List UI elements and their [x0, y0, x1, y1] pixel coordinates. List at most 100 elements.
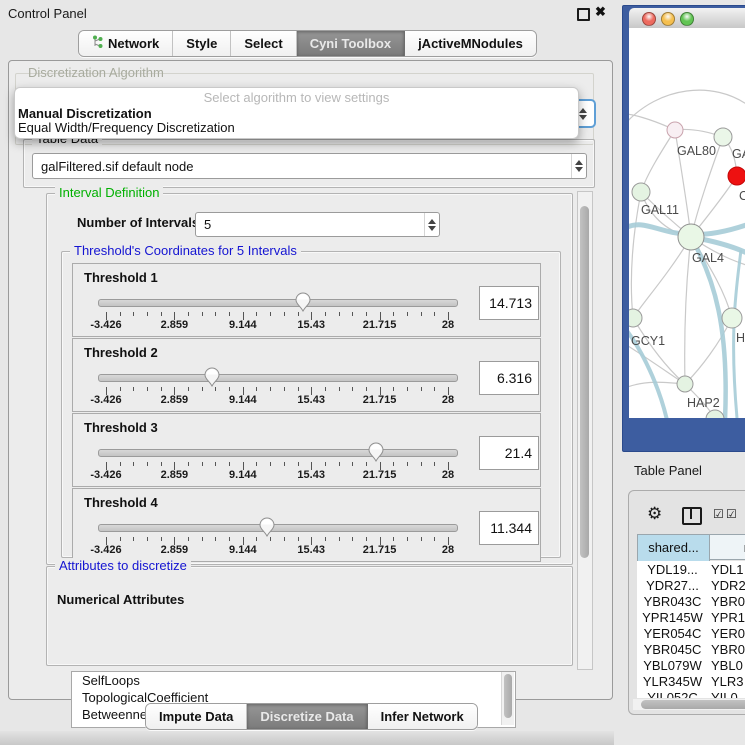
tab-style[interactable]: Style [173, 31, 231, 56]
network-node-label[interactable]: GAL80 [677, 144, 716, 158]
table-cell[interactable]: YBL079W [637, 658, 708, 674]
bottom-tabbar: Impute DataDiscretize DataInfer Network [145, 703, 478, 730]
network-node[interactable] [629, 309, 642, 327]
bottom-tab-discretize-data[interactable]: Discretize Data [247, 704, 367, 729]
network-node-label[interactable]: C [739, 189, 745, 203]
network-node-label[interactable]: GCY1 [631, 334, 665, 348]
close-traffic-light-icon[interactable] [642, 12, 656, 26]
combo-stepper-icon[interactable] [571, 154, 586, 178]
float-window-icon[interactable] [577, 8, 590, 21]
tick-mark [434, 312, 435, 316]
column-header-shared[interactable]: shared... [637, 534, 710, 562]
slider-track[interactable] [98, 449, 458, 457]
network-node[interactable] [678, 224, 704, 250]
tick-mark [298, 387, 299, 391]
network-node[interactable] [632, 183, 650, 201]
table-cell[interactable]: YDR27... [637, 578, 708, 594]
slider-track[interactable] [98, 374, 458, 382]
slider-thumb[interactable] [204, 367, 220, 387]
tick-mark [366, 387, 367, 391]
panel-vertical-scrollbar[interactable] [577, 191, 593, 670]
tick-mark [339, 462, 340, 466]
table-data-combobox[interactable]: galFiltered.sif default node [32, 153, 587, 179]
tab-cyni-toolbox[interactable]: Cyni Toolbox [297, 31, 405, 56]
tick-mark [133, 387, 134, 391]
threshold-value-field[interactable]: 6.316 [479, 361, 539, 395]
network-node-label[interactable]: GA [732, 147, 745, 161]
table-cell[interactable]: YPR1 [711, 610, 745, 626]
table-cell[interactable]: YBR0 [711, 642, 745, 658]
minimize-traffic-light-icon[interactable] [661, 12, 675, 26]
gear-icon[interactable]: ⚙ [647, 505, 662, 522]
window-footer [0, 731, 614, 745]
number-of-intervals-combobox[interactable]: 5 [195, 212, 440, 237]
tick-label: 28 [423, 394, 473, 406]
algorithm-option[interactable]: Manual Discretization [18, 106, 152, 121]
tab-jactivemnodules[interactable]: jActiveMNodules [405, 31, 536, 56]
checkbox-icon[interactable]: ☑ [713, 508, 724, 520]
scrollbar-thumb[interactable] [580, 206, 589, 558]
table-cell[interactable]: YLR3 [711, 674, 745, 690]
tick-label: 21.715 [355, 469, 405, 481]
network-node[interactable] [722, 308, 742, 328]
zoom-traffic-light-icon[interactable] [680, 12, 694, 26]
tick-mark [421, 312, 422, 316]
tick-mark [120, 462, 121, 466]
table-cell[interactable]: YBR0 [711, 594, 745, 610]
network-node[interactable] [706, 410, 724, 418]
algorithm-option[interactable]: Equal Width/Frequency Discretization [18, 120, 235, 135]
tick-mark [256, 462, 257, 466]
scrollbar-thumb[interactable] [504, 674, 512, 718]
threshold-value-field[interactable]: 14.713 [479, 286, 539, 320]
list-vertical-scrollbar[interactable] [501, 672, 514, 725]
slider-thumb[interactable] [368, 442, 384, 462]
network-node-label[interactable]: HAP2 [687, 396, 720, 410]
table-cell[interactable]: YBR045C [637, 642, 708, 658]
table-data-group: Table Data galFiltered.sif default node [23, 139, 595, 188]
table-cell[interactable]: YBL0 [711, 658, 745, 674]
split-columns-icon[interactable] [682, 507, 702, 525]
tab-select[interactable]: Select [231, 31, 296, 56]
combo-stepper-icon[interactable] [424, 213, 439, 236]
bottom-tab-infer-network[interactable]: Infer Network [368, 704, 477, 729]
network-node-label[interactable]: H [736, 331, 745, 345]
table-cell[interactable]: YBR043C [637, 594, 708, 610]
slider-track[interactable] [98, 299, 458, 307]
table-cell[interactable]: YIL052C [637, 690, 708, 698]
network-tree-icon [92, 35, 103, 52]
table-cell[interactable]: YPR145W [637, 610, 708, 626]
checkbox-icon[interactable]: ☑ [726, 508, 737, 520]
tick-mark [393, 387, 394, 391]
table-cell[interactable]: YER054C [637, 626, 708, 642]
tick-mark [434, 462, 435, 466]
network-canvas[interactable]: GAL80 GA C GAL11 GAL4 GCY1 H HAP2 [629, 28, 745, 418]
column-header-name[interactable]: n [709, 534, 745, 560]
network-node[interactable] [677, 376, 693, 392]
network-node[interactable] [728, 167, 745, 185]
slider-thumb[interactable] [295, 292, 311, 312]
bottom-tab-impute-data[interactable]: Impute Data [146, 704, 247, 729]
threshold-value-field[interactable]: 21.4 [479, 436, 539, 470]
table-cell[interactable]: YDL1 [711, 562, 745, 578]
table-cell[interactable]: YDL19... [637, 562, 708, 578]
network-node-label[interactable]: GAL4 [692, 251, 724, 265]
close-icon[interactable]: ✖ [595, 4, 606, 20]
table-cell[interactable]: YDR2 [711, 578, 745, 594]
network-node-label[interactable]: GAL11 [641, 203, 679, 217]
table-panel-title: Table Panel [634, 463, 702, 478]
table-cell[interactable]: YLR345W [637, 674, 708, 690]
table-cell[interactable]: YIL0 [711, 690, 745, 698]
slider-track[interactable] [98, 524, 458, 532]
network-window-titlebar [629, 8, 745, 29]
tab-network[interactable]: Network [79, 31, 173, 56]
scrollbar-thumb[interactable] [641, 700, 745, 709]
network-node[interactable] [714, 128, 732, 146]
tick-mark [161, 462, 162, 466]
threshold-value-field[interactable]: 11.344 [479, 511, 539, 545]
table-cell[interactable]: YER0 [711, 626, 745, 642]
slider-thumb[interactable] [259, 517, 275, 537]
table-horizontal-scrollbar[interactable] [633, 699, 745, 710]
network-node[interactable] [667, 122, 683, 138]
tick-label: 28 [423, 469, 473, 481]
attribute-list-item[interactable]: SelfLoops [72, 672, 515, 689]
